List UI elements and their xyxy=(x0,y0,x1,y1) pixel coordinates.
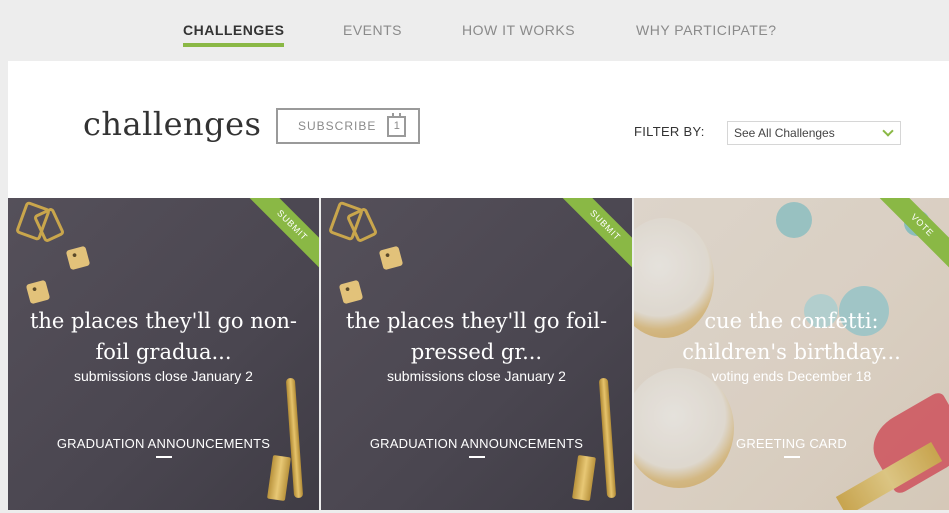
page-title: challenges xyxy=(83,105,262,143)
chevron-down-icon xyxy=(882,125,894,137)
tab-why-participate-label: WHY PARTICIPATE? xyxy=(636,22,777,38)
ribbon-label: VOTE xyxy=(879,198,949,268)
calendar-icon: 1 xyxy=(387,112,407,137)
card-title: the places they'll go non- foil gradua..… xyxy=(28,306,299,368)
filter-select[interactable]: See All Challenges xyxy=(727,121,901,145)
top-navigation: CHALLENGES EVENTS HOW IT WORKS WHY PARTI… xyxy=(0,0,949,61)
challenge-card-2[interactable]: SUBMIT the places they'll go foil- press… xyxy=(321,198,632,510)
tab-how-it-works[interactable]: HOW IT WORKS xyxy=(462,22,575,38)
submit-ribbon: SUBMIT xyxy=(562,198,632,268)
card-title-line-2: foil gradua... xyxy=(95,340,232,364)
tab-challenges[interactable]: CHALLENGES xyxy=(183,22,285,47)
card-title-line-1: the places they'll go foil- xyxy=(345,309,608,333)
challenges-header-panel: challenges SUBSCRIBE 1 FILTER BY: See Al… xyxy=(8,61,949,198)
card-title: the places they'll go foil- pressed gr..… xyxy=(341,306,612,368)
card-title-line-2: children's birthday... xyxy=(682,340,901,364)
card-divider xyxy=(468,456,485,458)
card-subtitle: submissions close January 2 xyxy=(387,368,566,384)
filter-select-value: See All Challenges xyxy=(734,126,835,140)
card-divider xyxy=(783,456,800,458)
ribbon-label: SUBMIT xyxy=(249,198,319,268)
card-title-line-1: the places they'll go non- xyxy=(29,309,298,333)
tab-challenges-label: CHALLENGES xyxy=(183,22,285,38)
challenge-card-1[interactable]: SUBMIT the places they'll go non- foil g… xyxy=(8,198,319,510)
card-title-line-1: cue the confetti: xyxy=(704,309,879,333)
calendar-day: 1 xyxy=(393,120,400,132)
tab-events[interactable]: EVENTS xyxy=(343,22,402,38)
subscribe-label: SUBSCRIBE xyxy=(298,119,377,133)
card-subtitle: voting ends December 18 xyxy=(711,368,872,384)
subscribe-button[interactable]: SUBSCRIBE 1 xyxy=(276,108,420,144)
card-subtitle: submissions close January 2 xyxy=(74,368,253,384)
filter-label: FILTER BY: xyxy=(634,124,705,139)
card-title-line-2: pressed gr... xyxy=(410,340,543,364)
card-divider xyxy=(155,456,172,458)
card-title: cue the confetti: children's birthday... xyxy=(654,306,929,368)
tab-how-it-works-label: HOW IT WORKS xyxy=(462,22,576,38)
ribbon-label: SUBMIT xyxy=(562,198,632,268)
tab-events-label: EVENTS xyxy=(343,22,403,38)
challenge-card-3[interactable]: VOTE cue the confetti: children's birthd… xyxy=(634,198,949,510)
card-category: GRADUATION ANNOUNCEMENTS xyxy=(369,436,584,451)
tab-why-participate[interactable]: WHY PARTICIPATE? xyxy=(636,22,777,38)
card-category: GRADUATION ANNOUNCEMENTS xyxy=(56,436,271,451)
vote-ribbon: VOTE xyxy=(879,198,949,268)
card-category: GREETING CARD xyxy=(736,436,847,451)
submit-ribbon: SUBMIT xyxy=(249,198,319,268)
active-tab-underline xyxy=(183,43,285,47)
